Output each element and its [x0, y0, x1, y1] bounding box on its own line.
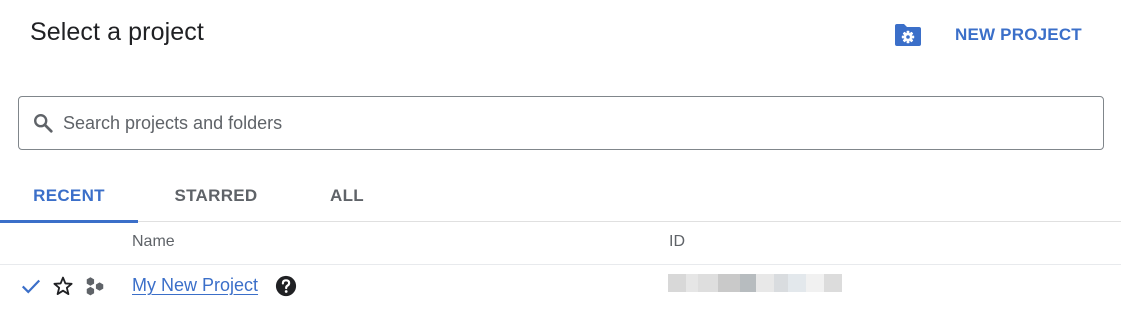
project-id-redacted: [668, 274, 842, 292]
search-box[interactable]: [18, 96, 1104, 150]
project-hexagons-icon: [83, 274, 107, 298]
tab-starred[interactable]: STARRED: [152, 170, 280, 221]
column-header-name[interactable]: Name: [132, 233, 175, 251]
table-header-divider: [0, 264, 1121, 265]
search-input[interactable]: [63, 108, 1063, 138]
star-outline-icon[interactable]: [51, 274, 75, 298]
help-icon[interactable]: [275, 275, 297, 297]
tab-all[interactable]: ALL: [300, 170, 394, 221]
tab-recent[interactable]: RECENT: [0, 170, 138, 223]
selected-check-icon: [19, 274, 43, 298]
project-name-link[interactable]: My New Project: [132, 275, 258, 296]
new-project-button[interactable]: NEW PROJECT: [945, 20, 1092, 50]
manage-resources-button[interactable]: [889, 19, 927, 51]
folder-gear-icon: [895, 24, 921, 46]
column-header-id[interactable]: ID: [669, 233, 685, 251]
tab-bar: RECENT STARRED ALL: [0, 170, 1121, 223]
dialog-title: Select a project: [30, 18, 204, 46]
search-icon: [31, 111, 55, 135]
